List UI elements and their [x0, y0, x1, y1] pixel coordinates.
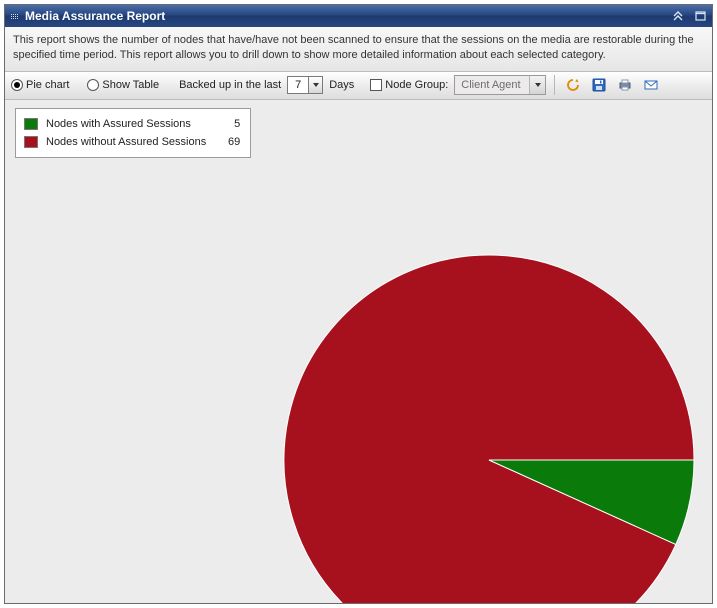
legend-value: 69: [222, 136, 240, 148]
email-button[interactable]: [641, 75, 661, 95]
pie-slice[interactable]: [284, 255, 694, 603]
chevron-up-double-icon: [672, 11, 684, 21]
legend-label: Nodes with Assured Sessions: [46, 118, 214, 130]
save-button[interactable]: [589, 75, 609, 95]
printer-icon: [617, 77, 633, 93]
grip-icon: [11, 10, 19, 22]
chevron-down-icon: [535, 83, 541, 87]
titlebar: Media Assurance Report: [5, 5, 712, 27]
view-pie-label: Pie chart: [26, 79, 69, 91]
maximize-icon: [695, 11, 706, 21]
node-group-checkbox[interactable]: Node Group:: [370, 79, 448, 91]
pie-chart[interactable]: [279, 250, 699, 603]
collapse-button[interactable]: [670, 9, 686, 23]
refresh-button[interactable]: [563, 75, 583, 95]
backed-up-label: Backed up in the last: [179, 79, 281, 91]
legend-swatch: [24, 136, 38, 148]
report-panel: Media Assurance Report This report shows…: [4, 4, 713, 604]
node-group-select[interactable]: Client Agent: [454, 75, 546, 95]
days-unit-label: Days: [329, 79, 354, 91]
maximize-button[interactable]: [692, 9, 708, 23]
days-input[interactable]: 7: [287, 76, 309, 94]
legend: Nodes with Assured Sessions 5 Nodes with…: [15, 108, 251, 158]
legend-item-assured[interactable]: Nodes with Assured Sessions 5: [24, 115, 240, 133]
chevron-down-icon: [313, 83, 319, 87]
radio-icon: [11, 79, 23, 91]
chart-area: Nodes with Assured Sessions 5 Nodes with…: [5, 100, 712, 603]
view-table-label: Show Table: [102, 79, 159, 91]
report-description: This report shows the number of nodes th…: [5, 27, 712, 72]
node-group-label: Node Group:: [385, 79, 448, 91]
radio-icon: [87, 79, 99, 91]
view-pie-radio[interactable]: Pie chart: [11, 79, 69, 91]
legend-label: Nodes without Assured Sessions: [46, 136, 214, 148]
legend-value: 5: [222, 118, 240, 130]
checkbox-icon: [370, 79, 382, 91]
toolbar: Pie chart Show Table Backed up in the la…: [5, 72, 712, 100]
days-dropdown-button[interactable]: [309, 76, 323, 94]
legend-item-not-assured[interactable]: Nodes without Assured Sessions 69: [24, 133, 240, 151]
print-button[interactable]: [615, 75, 635, 95]
envelope-icon: [643, 77, 659, 93]
floppy-icon: [591, 77, 607, 93]
legend-swatch: [24, 118, 38, 130]
view-table-radio[interactable]: Show Table: [87, 79, 159, 91]
toolbar-separator: [554, 75, 555, 95]
node-group-value: Client Agent: [455, 79, 529, 91]
window-title: Media Assurance Report: [25, 9, 664, 23]
select-dropdown-button: [529, 76, 545, 94]
refresh-icon: [565, 77, 581, 93]
